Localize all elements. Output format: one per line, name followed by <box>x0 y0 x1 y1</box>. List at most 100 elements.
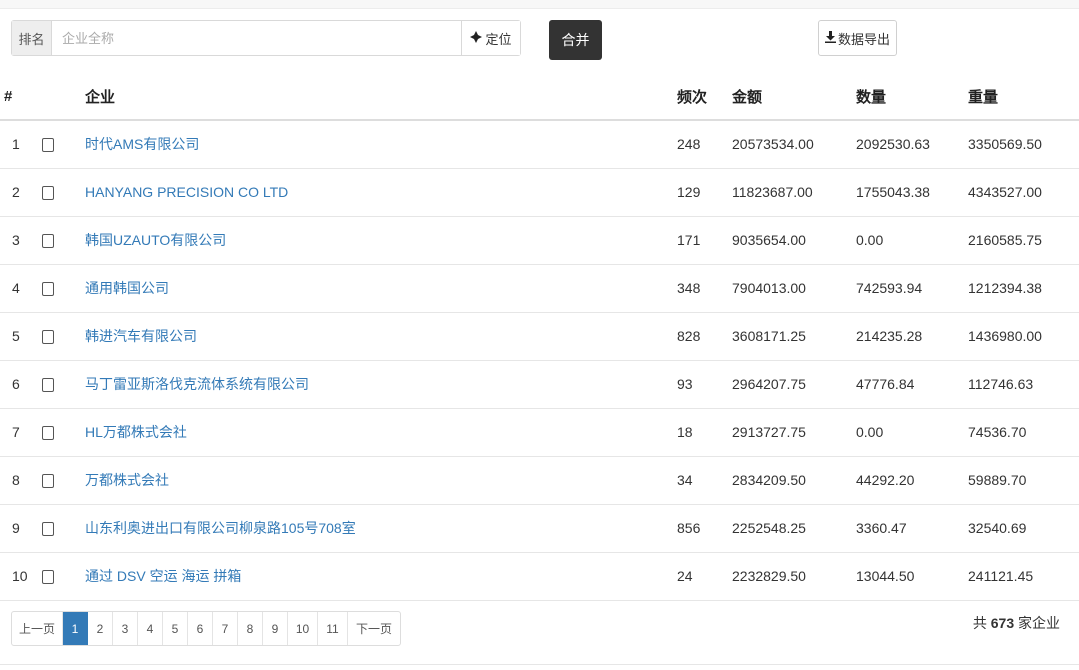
row-weight: 2160585.75 <box>968 232 1042 248</box>
pagination-page-2[interactable]: 2 <box>88 612 113 645</box>
row-checkbox[interactable] <box>42 378 54 393</box>
row-amount: 2252548.25 <box>732 520 806 536</box>
row-number: 6 <box>12 376 20 392</box>
row-amount: 3608171.25 <box>732 328 806 344</box>
locate-button[interactable]: 定位 <box>461 21 520 55</box>
enterprise-link[interactable]: 通过 DSV 空运 海运 拼箱 <box>85 568 241 584</box>
pagination-page-10[interactable]: 10 <box>288 612 318 645</box>
enterprise-link[interactable]: HL万都株式会社 <box>85 424 187 440</box>
merge-button[interactable]: 合并 <box>549 20 602 60</box>
total-prefix: 共 <box>972 615 987 631</box>
export-button[interactable]: 数据导出 <box>818 20 897 56</box>
enterprise-link[interactable]: HANYANG PRECISION CO LTD <box>85 184 288 200</box>
bottom-divider <box>0 664 1079 665</box>
row-weight: 59889.70 <box>968 472 1027 488</box>
row-checkbox[interactable] <box>42 186 54 201</box>
row-checkbox[interactable] <box>42 570 54 585</box>
row-number: 9 <box>12 520 20 536</box>
row-frequency: 248 <box>677 136 701 153</box>
row-checkbox[interactable] <box>42 138 54 153</box>
row-frequency: 24 <box>677 568 693 584</box>
row-enterprise: 时代AMS有限公司 <box>84 120 677 168</box>
row-checkbox[interactable] <box>42 522 54 537</box>
row-frequency: 828 <box>677 328 701 344</box>
row-amount: 11823687.00 <box>732 184 813 200</box>
row-enterprise: HANYANG PRECISION CO LTD <box>84 168 677 216</box>
row-amount: 20573534.00 <box>732 136 814 153</box>
export-button-label: 数据导出 <box>837 31 890 47</box>
pagination-page-5[interactable]: 5 <box>163 612 188 645</box>
enterprise-link[interactable]: 万都株式会社 <box>85 472 169 488</box>
total-count: 共 673 家企业 <box>973 613 1060 633</box>
row-frequency: 348 <box>677 280 701 296</box>
pagination-page-4[interactable]: 4 <box>138 612 163 645</box>
row-checkbox-cell <box>38 216 84 264</box>
row-weight: 112746.63 <box>968 376 1034 392</box>
row-checkbox-cell <box>38 504 84 552</box>
table-row: 5 韩进汽车有限公司 828 3608171.25 214235.28 1436980.0… <box>0 312 1079 360</box>
enterprise-link[interactable]: 时代AMS有限公司 <box>85 136 199 152</box>
row-checkbox[interactable] <box>42 282 54 297</box>
header-num[interactable]: # <box>0 74 38 121</box>
row-frequency: 171 <box>677 232 701 248</box>
row-number: 10 <box>12 568 28 584</box>
table-row: 1 时代AMS有限公司 248 20573534.00 2092530.63 335056… <box>0 120 1079 168</box>
row-weight: 74536.70 <box>968 424 1027 440</box>
row-quantity: 3360.47 <box>856 520 907 536</box>
table-row: 2 HANYANG PRECISION CO LTD 129 11823687.00 1… <box>0 168 1079 216</box>
enterprise-link[interactable]: 韩国UZAUTO有限公司 <box>85 232 226 248</box>
table-body: 1 时代AMS有限公司 248 20573534.00 2092530.63 335056… <box>0 120 1079 600</box>
crosshair-icon <box>470 30 483 46</box>
row-checkbox[interactable] <box>42 426 54 441</box>
row-enterprise: HL万都株式会社 <box>84 408 677 456</box>
row-weight: 1212394.38 <box>968 280 1042 296</box>
row-checkbox[interactable] <box>42 330 54 345</box>
row-frequency: 856 <box>677 520 701 536</box>
row-checkbox-cell <box>38 312 84 360</box>
row-weight: 4343527.00 <box>968 184 1042 200</box>
total-suffix: 家企业 <box>1018 615 1060 631</box>
header-checkbox <box>38 74 84 121</box>
row-number: 7 <box>12 424 20 440</box>
header-frequency[interactable]: 频次 <box>677 74 732 121</box>
pagination-next[interactable]: 下一页 <box>348 612 400 645</box>
row-quantity: 214235.28 <box>856 328 923 344</box>
enterprise-link[interactable]: 马丁雷亚斯洛伐克流体系统有限公司 <box>85 376 309 392</box>
pagination: 上一页 1 2 3 4 5 6 7 8 9 10 11 下一页 <box>11 611 401 646</box>
row-number: 3 <box>12 232 20 248</box>
pagination-prev[interactable]: 上一页 <box>12 612 63 645</box>
enterprise-link[interactable]: 山东利奥进出口有限公司柳泉路105号708室 <box>85 520 356 536</box>
enterprise-search-input[interactable] <box>52 21 461 55</box>
row-checkbox-cell <box>38 456 84 504</box>
row-number: 5 <box>12 328 20 344</box>
row-number: 4 <box>12 280 20 296</box>
pagination-page-6[interactable]: 6 <box>188 612 213 645</box>
header-amount[interactable]: 金额 <box>732 74 856 121</box>
row-enterprise: 马丁雷亚斯洛伐克流体系统有限公司 <box>84 360 677 408</box>
search-group: 排名 定位 <box>11 20 521 56</box>
total-number: 673 <box>990 615 1015 631</box>
header-quantity[interactable]: 数量 <box>856 74 968 121</box>
row-checkbox-cell <box>38 168 84 216</box>
row-enterprise: 韩进汽车有限公司 <box>84 312 677 360</box>
row-weight: 32540.69 <box>968 520 1027 536</box>
row-weight: 3350569.50 <box>968 136 1042 153</box>
pagination-page-8[interactable]: 8 <box>238 612 263 645</box>
row-checkbox[interactable] <box>42 474 54 489</box>
pagination-page-9[interactable]: 9 <box>263 612 288 645</box>
table-row: 9 山东利奥进出口有限公司柳泉路105号708室 856 2252548.25 3360… <box>0 504 1079 552</box>
header-enterprise[interactable]: 企业 <box>84 74 677 121</box>
header-weight[interactable]: 重量 <box>968 74 1079 121</box>
enterprise-link[interactable]: 韩进汽车有限公司 <box>85 328 197 344</box>
row-quantity: 13044.50 <box>856 568 915 584</box>
row-frequency: 34 <box>677 472 693 488</box>
pagination-page-11[interactable]: 11 <box>318 612 348 645</box>
pagination-page-3[interactable]: 3 <box>113 612 138 645</box>
row-enterprise: 韩国UZAUTO有限公司 <box>84 216 677 264</box>
row-quantity: 2092530.63 <box>856 136 930 153</box>
pagination-page-7[interactable]: 7 <box>213 612 238 645</box>
enterprise-link[interactable]: 通用韩国公司 <box>85 280 169 296</box>
row-checkbox[interactable] <box>42 234 54 249</box>
pagination-page-1[interactable]: 1 <box>63 612 88 645</box>
row-enterprise: 通过 DSV 空运 海运 拼箱 <box>84 552 677 600</box>
